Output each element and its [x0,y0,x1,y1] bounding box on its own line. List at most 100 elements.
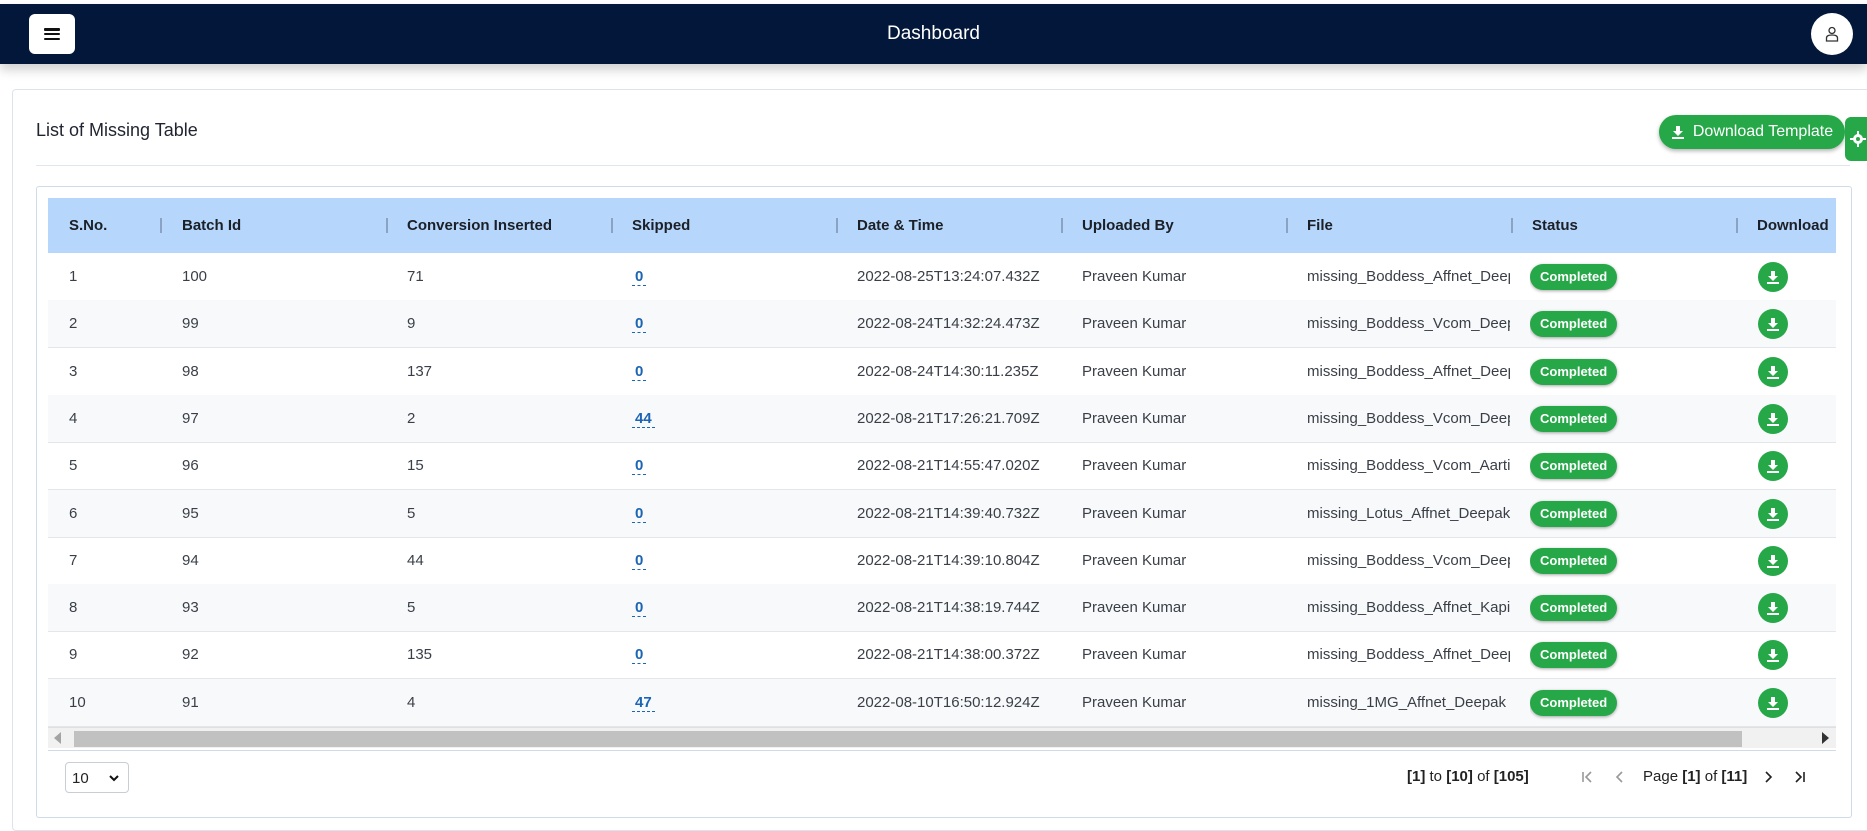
row-download-button[interactable] [1758,640,1788,671]
cell-uploaded-by: Praveen Kumar [1082,599,1187,617]
cell-file: missing_Boddess_Affnet_Deep [1307,646,1510,664]
table-row[interactable]: 3 98 137 0 2022-08-24T14:30:11.235Z Praveen K… [48,348,1836,396]
skipped-count-link[interactable]: 0 [632,458,647,476]
cell-sno: 4 [69,409,78,427]
table-row[interactable]: 5 96 15 0 2022-08-21T14:55:47.020Z Praveen Ku… [48,442,1836,491]
cell-uploaded-by: Praveen Kumar [1082,409,1187,427]
cell-date-time: 2022-08-10T16:50:12.924Z [857,693,1040,711]
table-row[interactable]: 7 94 44 0 2022-08-21T14:39:10.804Z Praveen Ku… [48,537,1836,585]
skipped-count-link[interactable]: 0 [632,316,647,334]
col-header-download[interactable]: Download [1757,198,1829,253]
cell-file: missing_Boddess_Vcom_Deep [1307,315,1510,333]
skipped-count-link[interactable]: 0 [632,363,647,381]
chevron-left-icon [1615,771,1623,783]
column-resizer[interactable] [1286,218,1288,233]
page-title: Dashboard [887,23,980,44]
column-resizer[interactable] [836,218,838,233]
horizontal-scrollbar[interactable] [48,727,1836,748]
cell-date-time: 2022-08-21T14:38:00.372Z [857,646,1040,664]
table-row[interactable]: 4 97 2 44 2022-08-21T17:26:21.709Z Praveen Ku… [48,394,1836,443]
column-resizer[interactable] [1061,218,1063,233]
skipped-count-link[interactable]: 0 [632,647,647,665]
row-from: [1] [1407,768,1426,785]
total-pages: [11] [1721,768,1748,785]
cell-status: Completed [1530,253,1730,300]
cell-batch-id: 99 [182,315,199,333]
skipped-count-link[interactable]: 0 [632,505,647,523]
cell-file: missing_Boddess_Affnet_Deep [1307,268,1510,285]
cell-date-time: 2022-08-21T14:55:47.020Z [857,457,1040,475]
next-page-button[interactable] [1758,766,1778,788]
col-header-conversion-inserted[interactable]: Conversion Inserted [407,198,552,253]
col-header-sno[interactable]: S.No. [69,198,107,253]
col-header-uploaded-by[interactable]: Uploaded By [1082,198,1174,253]
col-header-batch-id[interactable]: Batch Id [182,198,241,253]
status-badge: Completed [1530,264,1618,290]
cell-uploaded-by: Praveen Kumar [1082,457,1187,475]
page-size-value: 10 [72,770,89,787]
download-template-button[interactable]: Download Template [1659,115,1845,149]
skipped-count-link[interactable]: 44 [632,410,655,428]
row-download-button[interactable] [1758,309,1788,340]
cell-batch-id: 93 [182,599,199,617]
row-download-button[interactable] [1758,593,1788,624]
column-resizer[interactable] [611,218,613,233]
cell-status: Completed [1530,537,1730,584]
table-row[interactable]: 10 91 4 47 2022-08-10T16:50:12.924Z Praveen K… [48,678,1836,727]
first-page-button[interactable] [1578,766,1598,788]
user-button[interactable] [1811,13,1853,55]
menu-button[interactable] [29,14,75,54]
skipped-count-link[interactable]: 47 [632,694,655,712]
row-download-button[interactable] [1758,687,1788,718]
prev-page-button[interactable] [1610,766,1630,788]
pagination-summary: [1] to [10] of [105] [1407,768,1529,785]
cell-date-time: 2022-08-25T13:24:07.432Z [857,268,1040,285]
table-row[interactable]: 1 100 71 0 2022-08-25T13:24:07.432Z Praveen K… [48,253,1836,301]
cell-file: missing_Boddess_Affnet_Kapi [1307,599,1510,617]
table-row[interactable]: 2 99 9 0 2022-08-24T14:32:24.473Z Praveen Kum… [48,300,1836,349]
scroll-right-icon[interactable] [1822,732,1829,744]
row-download-button[interactable] [1758,403,1788,434]
cell-conversion-inserted: 5 [407,504,416,522]
row-download-button[interactable] [1758,545,1788,576]
table-row[interactable]: 8 93 5 0 2022-08-21T14:38:19.744Z Praveen Kum… [48,584,1836,633]
status-badge: Completed [1530,405,1618,432]
col-header-file[interactable]: File [1307,198,1333,253]
last-page-button[interactable] [1789,766,1809,788]
cell-conversion-inserted: 44 [407,551,424,569]
table-header: S.No. Batch Id Conversion Inserted Skipp… [48,198,1836,253]
row-download-button[interactable] [1758,262,1788,292]
cell-conversion-inserted: 2 [407,409,416,427]
settings-tab[interactable] [1845,117,1867,161]
row-download-button[interactable] [1758,451,1788,482]
cell-file: missing_Boddess_Vcom_Deep [1307,409,1510,427]
column-resizer[interactable] [160,218,162,233]
cell-date-time: 2022-08-21T14:39:10.804Z [857,551,1040,569]
cell-sno: 9 [69,646,78,664]
cell-batch-id: 92 [182,646,199,664]
cell-batch-id: 94 [182,551,199,569]
page-size-select[interactable]: 10 [65,762,129,793]
scrollbar-thumb[interactable] [74,731,1742,747]
cell-conversion-inserted: 15 [407,457,424,475]
row-download-button[interactable] [1758,498,1788,529]
column-resizer[interactable] [1511,218,1513,233]
table-row[interactable]: 9 92 135 0 2022-08-21T14:38:00.372Z Praveen K… [48,631,1836,680]
column-resizer[interactable] [386,218,388,233]
download-icon [1767,318,1779,332]
cell-sno: 10 [69,693,86,711]
skipped-count-link[interactable]: 0 [632,600,647,618]
col-header-date-time[interactable]: Date & Time [857,198,943,253]
cell-conversion-inserted: 135 [407,646,433,664]
column-resizer[interactable] [1736,218,1738,233]
table-row[interactable]: 6 95 5 0 2022-08-21T14:39:40.732Z Praveen Kum… [48,489,1836,538]
cell-sno: 6 [69,504,78,522]
skipped-count-link[interactable]: 0 [632,552,647,570]
cell-file: missing_Boddess_Affnet_Deep [1307,362,1510,380]
cell-uploaded-by: Praveen Kumar [1082,504,1187,522]
row-download-button[interactable] [1758,356,1788,387]
col-header-status[interactable]: Status [1532,198,1578,253]
scroll-left-icon[interactable] [54,732,61,744]
skipped-count-link[interactable]: 0 [632,269,647,286]
col-header-skipped[interactable]: Skipped [632,198,690,253]
